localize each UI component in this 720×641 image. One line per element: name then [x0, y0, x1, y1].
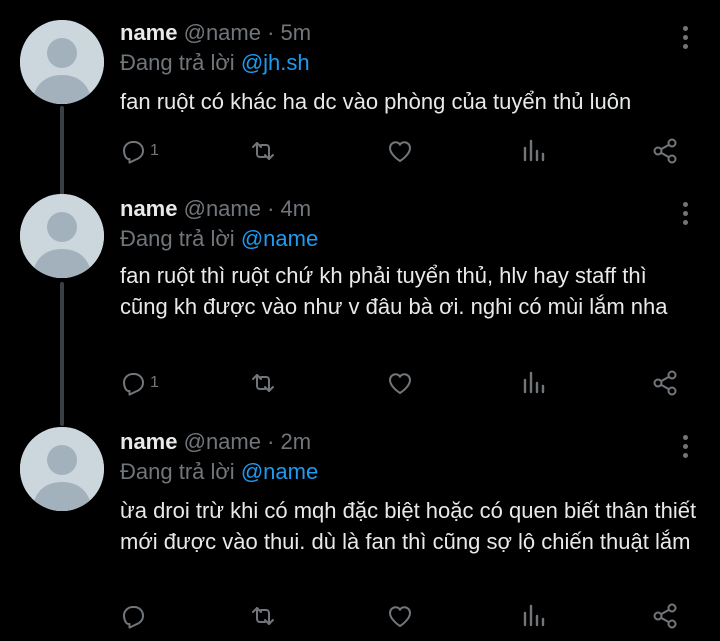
share-icon	[653, 370, 677, 396]
reply-button[interactable]	[118, 601, 150, 631]
mention-link[interactable]: @name	[241, 459, 318, 484]
tweet-header: name @name · 5m	[120, 18, 311, 48]
like-button[interactable]	[385, 601, 415, 631]
tweet-text: fan ruột có khác ha dc vào phòng của tuy…	[120, 89, 632, 114]
analytics-icon	[523, 604, 545, 627]
reply-thread: name @name · 5m Đang trả lời @jh.sh fan …	[0, 0, 720, 641]
tweet[interactable]: name @name · 2m Đang trả lời @name ừa dr…	[0, 427, 720, 641]
views-button[interactable]	[518, 368, 548, 398]
mention-link[interactable]: @jh.sh	[241, 50, 310, 75]
handle-and-time: @name · 2m	[183, 429, 312, 454]
replying-to: Đang trả lời @name	[120, 224, 318, 254]
replying-to: Đang trả lời @jh.sh	[120, 48, 310, 78]
action-bar: 1	[118, 368, 688, 398]
tweet-text: ừa droi trừ khi có mqh đặc biệt hoặc có …	[120, 498, 697, 554]
mention-link[interactable]: @name	[241, 226, 318, 251]
tweet[interactable]: name @name · 5m Đang trả lời @jh.sh fan …	[0, 18, 720, 188]
handle-and-time: @name · 4m	[183, 196, 312, 221]
views-button[interactable]	[518, 136, 548, 166]
avatar[interactable]	[20, 20, 104, 104]
replying-to: Đang trả lời @name	[120, 457, 318, 487]
tweet-header: name @name · 2m	[120, 427, 311, 457]
avatar-placeholder-icon	[20, 194, 104, 278]
like-button[interactable]	[385, 368, 415, 398]
reply-icon	[123, 606, 144, 629]
analytics-icon	[523, 371, 545, 394]
heart-icon	[389, 373, 411, 394]
avatar-placeholder-icon	[20, 20, 104, 104]
replying-to-label: Đang trả lời	[120, 50, 241, 75]
share-button[interactable]	[650, 136, 680, 166]
avatar[interactable]	[20, 427, 104, 511]
replying-to-label: Đang trả lời	[120, 459, 241, 484]
heart-icon	[389, 141, 411, 162]
analytics-icon	[523, 139, 545, 162]
display-name[interactable]: name	[120, 20, 177, 45]
more-icon[interactable]	[676, 433, 694, 459]
tweet[interactable]: name @name · 4m Đang trả lời @name fan r…	[0, 194, 720, 422]
views-button[interactable]	[518, 601, 548, 631]
retweet-icon	[252, 142, 274, 160]
action-bar	[118, 601, 688, 631]
reply-icon	[123, 141, 144, 164]
reply-count: 1	[150, 374, 159, 391]
retweet-icon	[252, 607, 274, 625]
display-name[interactable]: name	[120, 196, 177, 221]
replying-to-label: Đang trả lời	[120, 226, 241, 251]
reply-button[interactable]: 1	[118, 136, 159, 166]
share-icon	[653, 603, 677, 629]
heart-icon	[389, 606, 411, 627]
avatar[interactable]	[20, 194, 104, 278]
avatar-placeholder-icon	[20, 427, 104, 511]
reply-button[interactable]: 1	[118, 368, 159, 398]
retweet-button[interactable]	[248, 601, 278, 631]
tweet-header: name @name · 4m	[120, 194, 311, 224]
reply-icon	[123, 373, 144, 396]
retweet-button[interactable]	[248, 136, 278, 166]
share-button[interactable]	[650, 601, 680, 631]
like-button[interactable]	[385, 136, 415, 166]
display-name[interactable]: name	[120, 429, 177, 454]
retweet-icon	[252, 374, 274, 392]
more-icon[interactable]	[676, 200, 694, 226]
reply-count: 1	[150, 142, 159, 159]
retweet-button[interactable]	[248, 368, 278, 398]
share-button[interactable]	[650, 368, 680, 398]
action-bar: 1	[118, 136, 688, 166]
handle-and-time: @name · 5m	[183, 20, 312, 45]
more-icon[interactable]	[676, 24, 694, 50]
tweet-text: fan ruột thì ruột chứ kh phải tuyển thủ,…	[120, 263, 668, 319]
share-icon	[653, 138, 677, 164]
